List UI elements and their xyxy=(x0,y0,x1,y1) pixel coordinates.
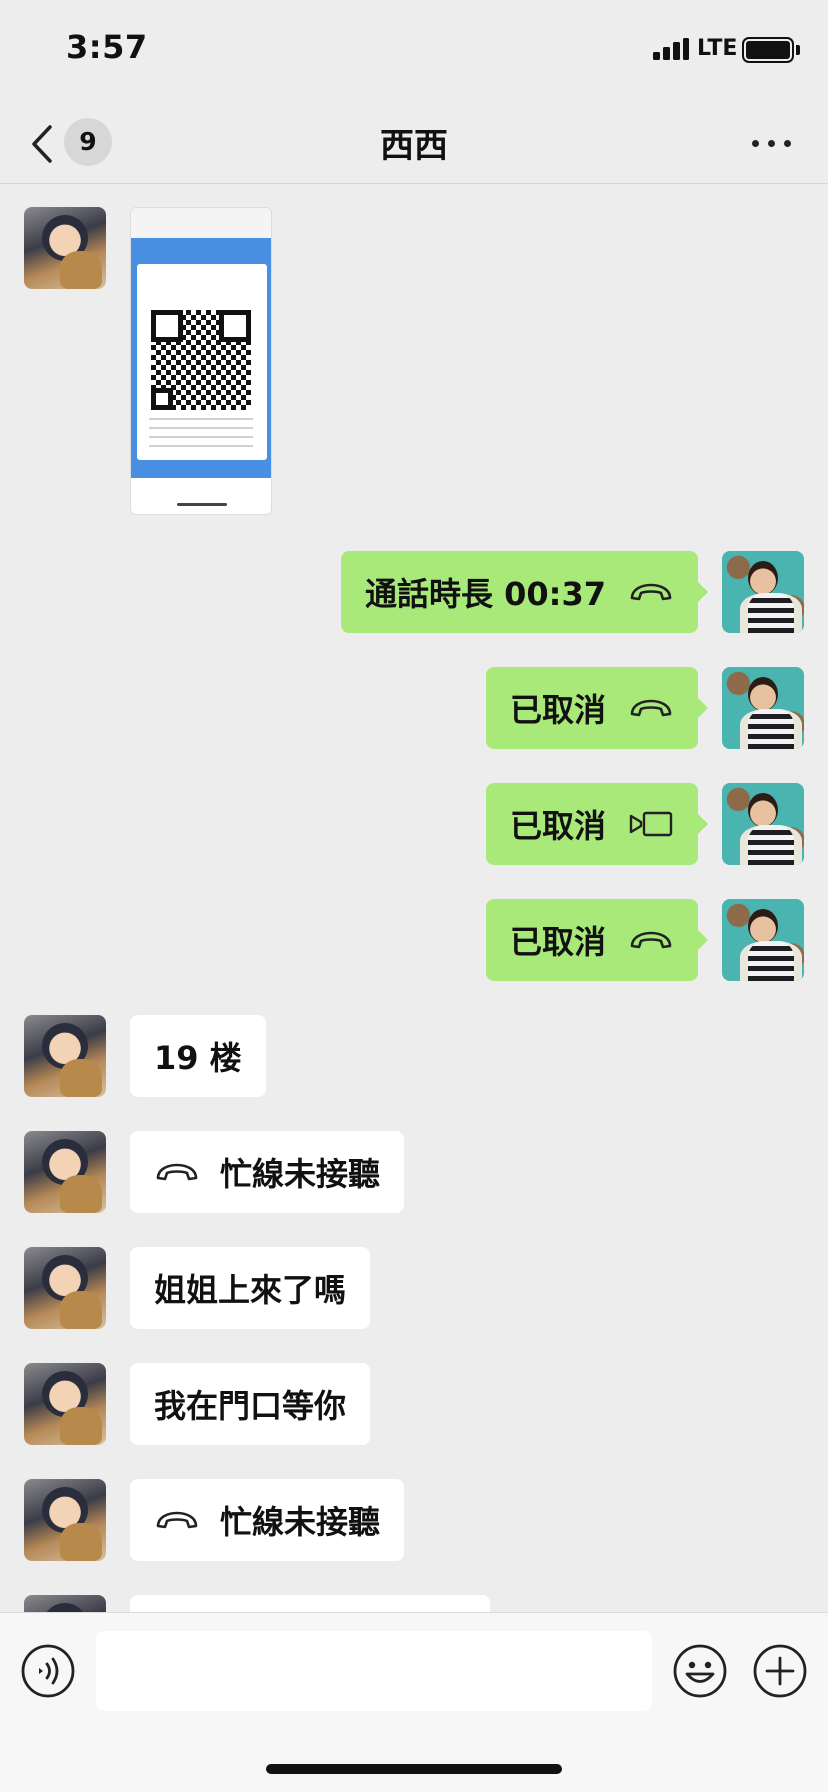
emoji-icon[interactable] xyxy=(672,1643,728,1699)
message-text: 忙線未接聽 xyxy=(220,1155,381,1193)
phone-icon xyxy=(156,1163,198,1181)
back-button[interactable]: 9 xyxy=(22,114,122,170)
friend-avatar[interactable] xyxy=(24,1015,106,1097)
chat-title: 西西 xyxy=(380,126,448,166)
friend-avatar[interactable] xyxy=(24,1131,106,1213)
chat-screen: 3:57 LTE 9 西西 通話時長 00:37 已取消 已取消 已取消 19 … xyxy=(0,0,828,1792)
friend-avatar[interactable] xyxy=(24,1363,106,1445)
message-text: 通話時長 00:37 xyxy=(364,575,606,613)
my-avatar[interactable] xyxy=(722,667,804,749)
message-text: 已取消 xyxy=(509,691,606,729)
text-message[interactable]: 我在門口等你 xyxy=(130,1363,371,1445)
video-call-icon xyxy=(629,811,673,837)
message-text: 19 楼 xyxy=(154,1039,242,1077)
call-message[interactable]: 已取消 xyxy=(485,899,709,981)
my-avatar[interactable] xyxy=(722,783,804,865)
voice-icon[interactable] xyxy=(20,1643,76,1699)
my-avatar[interactable] xyxy=(722,551,804,633)
message-text: 已取消 xyxy=(509,923,606,961)
plus-icon[interactable] xyxy=(752,1643,808,1699)
message-input[interactable] xyxy=(96,1631,652,1711)
unread-count-badge: 9 xyxy=(64,118,112,166)
qr-code-image xyxy=(151,310,251,410)
status-bar: 3:57 LTE xyxy=(0,0,828,100)
text-message[interactable]: 19 楼 xyxy=(130,1015,266,1097)
battery-tip xyxy=(796,45,800,55)
friend-avatar[interactable] xyxy=(24,1247,106,1329)
message-text: 已取消 xyxy=(509,807,606,845)
call-message[interactable]: 已取消 xyxy=(485,667,709,749)
chevron-left-icon xyxy=(32,125,52,163)
message-list[interactable]: 通話時長 00:37 已取消 已取消 已取消 19 楼 忙線未接聽 姐姐上來了嗎… xyxy=(0,185,828,1612)
message-text: 忙線未接聽 xyxy=(220,1503,381,1541)
battery-icon xyxy=(742,37,794,63)
nav-bar: 9 西西 xyxy=(0,100,828,184)
friend-avatar[interactable] xyxy=(24,1595,106,1612)
call-message[interactable]: 通話時長 00:37 xyxy=(340,551,709,633)
phone-icon xyxy=(630,931,672,949)
network-label: LTE xyxy=(697,36,738,61)
message-text: 我在門口等你 xyxy=(154,1387,347,1425)
call-message[interactable]: 忙線未接聽 xyxy=(130,1479,405,1561)
call-message[interactable]: 忙線未接聽 xyxy=(130,1131,405,1213)
image-message[interactable] xyxy=(130,207,272,515)
phone-icon xyxy=(630,699,672,717)
phone-icon xyxy=(630,583,672,601)
text-message[interactable] xyxy=(130,1595,490,1612)
cellular-signal-icon xyxy=(653,38,689,60)
ellipsis-icon xyxy=(752,140,759,147)
phone-icon xyxy=(156,1511,198,1529)
friend-avatar[interactable] xyxy=(24,207,106,289)
ellipsis-icon xyxy=(768,140,775,147)
my-avatar[interactable] xyxy=(722,899,804,981)
text-message[interactable]: 姐姐上來了嗎 xyxy=(130,1247,371,1329)
status-time: 3:57 xyxy=(66,28,148,66)
ellipsis-icon xyxy=(784,140,791,147)
message-text: 姐姐上來了嗎 xyxy=(154,1271,347,1309)
video-call-message[interactable]: 已取消 xyxy=(485,783,709,865)
friend-avatar[interactable] xyxy=(24,1479,106,1561)
home-indicator[interactable] xyxy=(266,1764,562,1774)
more-button[interactable] xyxy=(748,122,796,162)
